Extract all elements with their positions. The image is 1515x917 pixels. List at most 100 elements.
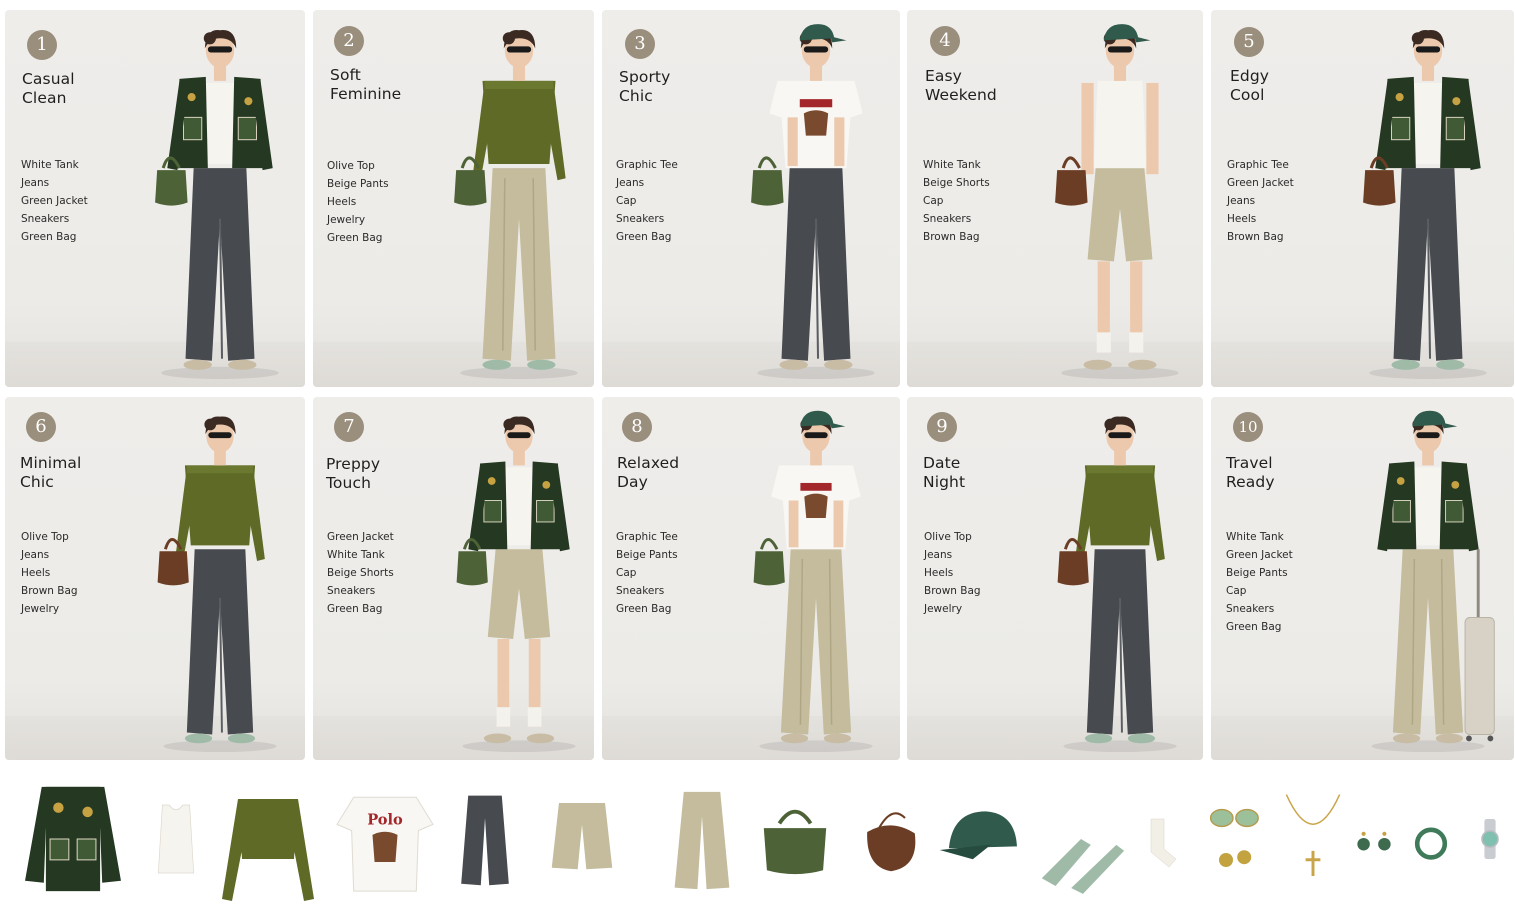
bottom-garment (1393, 168, 1462, 361)
outfit-item-list: Graphic Tee Jeans Cap Sneakers Green Bag (616, 156, 678, 246)
product-olive-top (222, 799, 314, 901)
bottom-garment (185, 168, 255, 361)
product-beige-pants (674, 791, 730, 890)
outfit-item: Olive Top (924, 531, 972, 543)
outfit-item: Brown Bag (924, 585, 981, 597)
outfit-item: Beige Pants (616, 549, 678, 561)
top-garment (1081, 80, 1159, 175)
outfit-item: Brown Bag (21, 585, 78, 597)
outfit-photo (155, 30, 279, 379)
model-figure (456, 416, 576, 753)
top-garment (771, 465, 861, 550)
bottom-garment (1392, 549, 1463, 735)
outfit-item: Green Jacket (21, 195, 88, 207)
outfit-title-line: Minimal (20, 454, 82, 472)
outfit-title-line: Casual (22, 70, 75, 88)
outfit-item: Jewelry (924, 603, 963, 615)
outfit-card-7: 7 Preppy Touch Green Jacket White Tank Beige … (313, 397, 594, 760)
outfit-number-badge: 6 (26, 412, 56, 442)
outfit-item: Green Bag (616, 231, 672, 243)
outfit-number-badge: 7 (334, 412, 364, 442)
outfit-item: Sneakers (21, 213, 70, 225)
outfit-title: Preppy Touch (326, 455, 380, 493)
product-beige-shorts (551, 803, 613, 870)
outfit-item: Heels (21, 567, 51, 579)
outfit-item: Graphic Tee (616, 159, 678, 171)
outfit-item-list: Graphic Tee Beige Pants Cap Sneakers Green B… (616, 528, 678, 618)
outfit-number-badge: 1 (27, 30, 57, 60)
outfit-photo (157, 416, 277, 753)
bottom-garment (781, 168, 851, 361)
outfit-item: Cap (616, 567, 637, 579)
outfit-title-line: Day (617, 473, 648, 491)
model-figure (453, 30, 578, 379)
top-garment (1374, 76, 1481, 171)
outfit-title: Travel Ready (1226, 454, 1275, 492)
outfit-item: Beige Shorts (327, 567, 394, 579)
outfit-title: Date Night (923, 454, 965, 492)
outfit-item: Sneakers (616, 585, 665, 597)
outfit-item: Sneakers (327, 585, 376, 597)
outfit-item: Heels (924, 567, 954, 579)
outfit-item-list: Green Jacket White Tank Beige Shorts Sneake… (327, 528, 394, 618)
outfit-item: Beige Pants (327, 178, 389, 190)
outfit-item: White Tank (923, 159, 981, 171)
model-head (203, 30, 237, 81)
outfit-item-list: Olive Top Beige Pants Heels Jewelry Green Ba… (327, 157, 389, 247)
model-figure (751, 24, 875, 379)
outfit-title-line: Feminine (330, 85, 402, 103)
model-head (1104, 416, 1136, 466)
outfit-item-list: Graphic Tee Green Jacket Jeans Heels Brown B… (1227, 156, 1294, 246)
outfit-item: Sneakers (616, 213, 665, 225)
outfit-item: White Tank (327, 549, 385, 561)
outfit-item: Heels (1227, 213, 1257, 225)
outfit-title-line: Edgy (1230, 67, 1270, 85)
top-garment (175, 465, 265, 561)
outfit-item: Jeans (924, 549, 953, 561)
outfit-title-line: Preppy (326, 455, 381, 473)
outfit-item: Green Jacket (327, 531, 394, 543)
outfit-item: Graphic Tee (616, 531, 678, 543)
outfit-title-line: Relaxed (617, 454, 680, 472)
product-watch (1481, 819, 1499, 859)
outfit-photo (1057, 416, 1177, 753)
model-head (502, 416, 535, 466)
green-handbag (751, 156, 784, 206)
outfit-title: Casual Clean (22, 70, 75, 108)
outfit-item: Sneakers (1226, 603, 1275, 615)
outfit-title: Easy Weekend (925, 67, 997, 105)
model-head (502, 30, 535, 81)
model-head (1411, 410, 1457, 466)
bottom-garment (1086, 549, 1154, 735)
top-garment (769, 80, 863, 169)
model-head (1411, 30, 1444, 81)
product-earrings (1357, 831, 1391, 851)
outfit-item: Jewelry (327, 214, 366, 226)
outfit-title-line: Travel (1226, 454, 1273, 472)
model-figure (157, 416, 277, 753)
outfit-item-list: Olive Top Jeans Heels Brown Bag Jewelry (21, 528, 78, 618)
outfit-item: Olive Top (327, 160, 375, 172)
outfit-number-badge: 2 (334, 26, 364, 56)
product-graphic-tee: Polo (336, 796, 434, 892)
outfit-item: Olive Top (21, 531, 69, 543)
outfit-title-line: Weekend (925, 86, 997, 104)
outfit-photo (1362, 30, 1487, 379)
outfit-item: Sneakers (923, 213, 972, 225)
outfit-card-4: 4 Easy Weekend White Tank Beige Shorts Cap Sne… (907, 10, 1203, 387)
outfit-photo (1370, 410, 1495, 753)
model-figure (155, 30, 279, 379)
model-head (799, 24, 847, 81)
bottom-garment (186, 549, 254, 735)
top-garment (1075, 465, 1165, 561)
outfit-item: White Tank (1226, 531, 1284, 543)
product-sunglasses-earrings (1209, 808, 1259, 867)
outfit-item: Beige Pants (1226, 567, 1288, 579)
outfit-item: Graphic Tee (1227, 159, 1289, 171)
outfit-number-badge: 9 (927, 412, 957, 442)
outfit-item-list: White Tank Beige Shorts Cap Sneakers Brown B… (923, 156, 990, 246)
outfit-title-line: Cool (1230, 86, 1265, 104)
top-garment (471, 80, 566, 181)
product-brown-bag (867, 812, 916, 872)
model-figure (753, 410, 873, 753)
